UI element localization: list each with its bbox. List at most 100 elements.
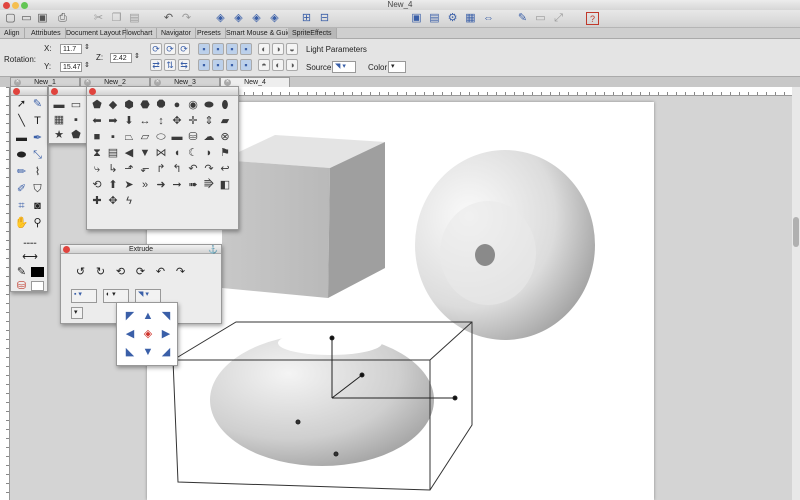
connector-tool-icon[interactable]: ⤡ (30, 148, 45, 163)
bowtie-shape-icon[interactable]: ⋈ (154, 146, 168, 160)
extruded-cone-shape[interactable] (415, 150, 595, 340)
double-arrow-h-shape-icon[interactable]: ↔ (138, 114, 152, 128)
move-shape-icon[interactable]: ✥ (106, 194, 120, 208)
loop-arrow-shape-icon[interactable]: ⟲ (90, 178, 104, 192)
text-tool-icon[interactable]: T (30, 114, 45, 129)
oval-shape-icon[interactable]: ⬮ (218, 98, 232, 112)
hexagon-alt-shape-icon[interactable]: ⬣ (138, 98, 152, 112)
control-point[interactable] (295, 419, 301, 425)
hand-tool-icon[interactable]: ✋ (14, 216, 29, 231)
callout-arrow-shape-icon[interactable]: ◧ (218, 178, 232, 192)
up-arrow-shape-icon[interactable]: ⬆ (106, 178, 120, 192)
camera-tool-icon[interactable]: ◙ (30, 199, 45, 214)
target-shape-icon[interactable]: ⊗ (218, 130, 232, 144)
zoom-tool-icon[interactable]: ⚲ (30, 216, 45, 231)
circle-shape-icon[interactable]: ● (170, 98, 184, 112)
u-turn-right-arrow-shape-icon[interactable]: ↷ (202, 162, 216, 176)
triangle-down-shape-icon[interactable]: ▼ (138, 146, 152, 160)
axis-handle-depth[interactable] (359, 372, 365, 378)
line-tool-icon[interactable]: ╲ (14, 114, 29, 129)
depth-style-select[interactable]: ▪ ▾ (71, 289, 97, 303)
elbow-arrow-shape-icon[interactable]: ⬐ (138, 162, 152, 176)
extrude-rotate-1-icon[interactable]: ↺ (73, 265, 88, 280)
tab-arrow-shape-icon[interactable]: ⭆ (202, 178, 216, 192)
four-way-arrow-shape-icon[interactable]: ✥ (170, 114, 184, 128)
crescent-shape-icon[interactable]: ◗ (202, 146, 216, 160)
extrude-rotate-3-icon[interactable]: ⟲ (113, 265, 128, 280)
block-arrow-shape-icon[interactable]: ➞ (170, 178, 184, 192)
rectangle-shape-icon[interactable]: ▬ (52, 98, 66, 112)
cloud-shape-icon[interactable]: ☁ (202, 130, 216, 144)
close-palette-button[interactable] (51, 88, 58, 95)
light-source-dropdown[interactable]: ◥ ▾ (135, 289, 161, 303)
chevron-double-shape-icon[interactable]: » (138, 178, 152, 192)
document-shape-icon[interactable]: ▤ (106, 146, 120, 160)
light-top-icon[interactable]: ▲ (141, 309, 155, 323)
cylinder-shape-icon[interactable]: ⛁ (186, 130, 200, 144)
ring-shape-icon[interactable]: ◉ (186, 98, 200, 112)
star-shape-icon[interactable]: ★ (52, 128, 66, 142)
flag-shape-icon[interactable]: ⚑ (218, 146, 232, 160)
lightning-shape-icon[interactable]: ϟ (122, 194, 136, 208)
anchor-icon[interactable]: ⚓ (208, 245, 218, 254)
shading-select[interactable]: ◐ ▾ (103, 289, 129, 303)
more-options-button[interactable]: ▾ (71, 307, 83, 319)
highlighter-tool-icon[interactable]: ✐ (14, 182, 29, 197)
arrow-style-icon[interactable]: ⟷ (19, 250, 41, 265)
axis-handle-right[interactable] (452, 395, 458, 401)
square-shape-icon[interactable]: ■ (90, 130, 104, 144)
callout-shape-icon[interactable]: ▰ (218, 114, 232, 128)
light-bottom-right-icon[interactable]: ◢ (159, 345, 173, 359)
parallelogram-shape-icon[interactable]: ▱ (138, 130, 152, 144)
plus-shape-icon[interactable]: ✚ (90, 194, 104, 208)
extrude-rotate-2-icon[interactable]: ↻ (93, 265, 108, 280)
light-top-right-icon[interactable]: ◥ (159, 309, 173, 323)
cross-arrow-shape-icon[interactable]: ✛ (186, 114, 200, 128)
pill-shape-icon[interactable]: ⬭ (154, 130, 168, 144)
half-circle-shape-icon[interactable]: ◖ (170, 146, 184, 160)
extrude-rotate-4-icon[interactable]: ⟳ (133, 265, 148, 280)
moon-shape-icon[interactable]: ☾ (186, 146, 200, 160)
extruded-cube[interactable] (222, 135, 385, 298)
diamond-shape-icon[interactable]: ◆ (106, 98, 120, 112)
turn-left-arrow-shape-icon[interactable]: ↰ (170, 162, 184, 176)
octagon-shape-icon[interactable]: ⯃ (154, 98, 168, 112)
arrow-down-shape-icon[interactable]: ⬇ (122, 114, 136, 128)
wave-shape-icon[interactable]: ▬ (170, 130, 184, 144)
return-arrow-shape-icon[interactable]: ↩ (218, 162, 232, 176)
control-point[interactable] (333, 451, 339, 457)
close-palette-button[interactable] (13, 88, 20, 95)
brush-tool-icon[interactable]: ✎ (30, 97, 45, 112)
rounded-rectangle-shape-icon[interactable]: ▭ (69, 98, 83, 112)
pentagon-shape-icon[interactable]: ⬟ (90, 98, 104, 112)
trapezoid-shape-icon[interactable]: ⏢ (122, 130, 136, 144)
light-front-icon[interactable]: ◈ (141, 327, 155, 341)
stroke-color-swatch[interactable] (31, 267, 44, 277)
bevel-rectangle-shape-icon[interactable]: ▪ (69, 113, 83, 127)
stroke-color-icon[interactable]: ✎ (14, 265, 29, 280)
hourglass-shape-icon[interactable]: ⧗ (90, 146, 104, 160)
stamp-tool-icon[interactable]: ⛉ (30, 182, 45, 197)
u-turn-arrow-shape-icon[interactable]: ↶ (186, 162, 200, 176)
hexagon-shape-icon[interactable]: ⬢ (122, 98, 136, 112)
rounded-square-shape-icon[interactable]: ▪ (106, 130, 120, 144)
arrow-tool-icon[interactable]: ➚ (14, 97, 29, 112)
arrow-right-shape-icon[interactable]: ➡ (106, 114, 120, 128)
bent-arrow-shape-icon[interactable]: ↳ (106, 162, 120, 176)
crop-tool-icon[interactable]: ⌗ (14, 199, 29, 214)
light-bottom-left-icon[interactable]: ◣ (123, 345, 137, 359)
fill-color-swatch[interactable] (31, 281, 44, 291)
chevron-shape-icon[interactable]: ➤ (122, 178, 136, 192)
extrude-rotate-6-icon[interactable]: ↷ (173, 265, 188, 280)
extrude-rotate-5-icon[interactable]: ↶ (153, 265, 168, 280)
light-bottom-icon[interactable]: ▼ (141, 345, 155, 359)
light-top-left-icon[interactable]: ◤ (123, 309, 137, 323)
fill-color-icon[interactable]: ⛁ (14, 279, 29, 294)
grid-shape-icon[interactable]: ▦ (52, 113, 66, 127)
notched-arrow-shape-icon[interactable]: ➜ (154, 178, 168, 192)
light-right-icon[interactable]: ▶ (159, 327, 173, 341)
rectangle-tool-icon[interactable]: ▬ (14, 131, 29, 146)
striped-arrow-shape-icon[interactable]: ➠ (186, 178, 200, 192)
pencil-tool-icon[interactable]: ✏ (14, 165, 29, 180)
close-palette-button[interactable] (89, 88, 96, 95)
